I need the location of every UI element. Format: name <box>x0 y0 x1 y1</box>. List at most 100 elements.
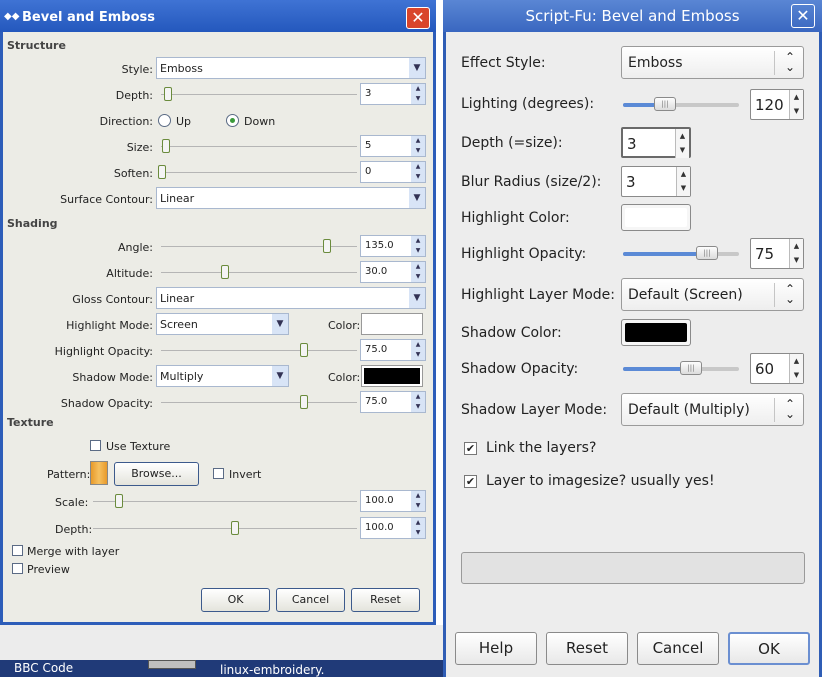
depth-value: 3 <box>365 88 372 99</box>
texture-depth-slider-handle[interactable] <box>231 521 239 535</box>
lighting-slider[interactable]: ||| <box>623 97 739 111</box>
taskbar-item-bbc-code[interactable]: BBC Code <box>14 661 73 675</box>
pattern-label: Pattern: <box>47 468 91 481</box>
window-menu-icon[interactable]: ◆◆ <box>4 11 19 22</box>
highlight-color-button[interactable] <box>621 204 691 231</box>
highlight-opacity-spin[interactable]: 75 ▲ ▼ <box>750 238 804 269</box>
direction-up-radio[interactable] <box>158 114 171 127</box>
highlight-opacity-slider-handle[interactable]: ||| <box>696 246 718 260</box>
spin-arrows-icon[interactable]: ▲ ▼ <box>676 167 690 196</box>
title-bar[interactable]: ◆◆ Bevel and Emboss ✕ <box>0 0 436 32</box>
texture-depth-slider[interactable] <box>93 528 357 529</box>
altitude-spin[interactable]: 30.0 ▲ ▼ <box>360 261 426 283</box>
use-texture-checkbox[interactable] <box>90 440 101 451</box>
link-layers-checkbox[interactable]: ✔ <box>464 442 477 455</box>
shadow-opacity-slider[interactable] <box>161 402 357 403</box>
effect-style-combo[interactable]: Emboss ⌃ ⌄ <box>621 46 804 79</box>
spin-arrows-icon[interactable]: ▲ ▼ <box>411 162 425 182</box>
shadow-opacity-slider-handle[interactable]: ||| <box>680 361 702 375</box>
spin-arrows-icon[interactable]: ▲ ▼ <box>789 239 803 268</box>
close-button[interactable]: ✕ <box>406 7 430 29</box>
altitude-slider-handle[interactable] <box>221 265 229 279</box>
highlight-mode-label: Highlight Mode: <box>66 319 153 332</box>
depth-spin[interactable]: 3 ▲ ▼ <box>621 127 691 158</box>
depth-spin[interactable]: 3 ▲ ▼ <box>360 83 426 105</box>
spin-arrows-icon[interactable]: ▲ ▼ <box>789 90 803 119</box>
taskbar-item-thumbnail[interactable] <box>148 660 196 669</box>
highlight-opacity-slider-handle[interactable] <box>300 343 308 357</box>
highlight-mode-combo[interactable]: Screen ▼ <box>156 313 289 335</box>
invert-checkbox[interactable] <box>213 468 224 479</box>
shadow-color-button[interactable] <box>621 319 691 346</box>
ok-button[interactable]: OK <box>728 632 810 665</box>
shadow-opacity-spin[interactable]: 75.0 ▲ ▼ <box>360 391 426 413</box>
depth-slider[interactable] <box>161 94 357 95</box>
size-spin[interactable]: 5 ▲ ▼ <box>360 135 426 157</box>
angle-spin[interactable]: 135.0 ▲ ▼ <box>360 235 426 257</box>
spin-arrows-icon[interactable]: ▲ ▼ <box>411 136 425 156</box>
merge-with-layer-checkbox[interactable] <box>12 545 23 556</box>
reset-button[interactable]: Reset <box>351 588 420 612</box>
shadow-opacity-slider[interactable]: ||| <box>623 361 739 375</box>
soften-slider-handle[interactable] <box>158 165 166 179</box>
scale-slider-handle[interactable] <box>115 494 123 508</box>
layer-to-imagesize-checkbox[interactable]: ✔ <box>464 475 477 488</box>
shadow-mode-combo[interactable]: Multiply ▼ <box>156 365 289 387</box>
spin-arrows-icon[interactable]: ▲ ▼ <box>789 354 803 383</box>
scale-spin[interactable]: 100.0 ▲ ▼ <box>360 490 426 512</box>
dialog-body: Effect Style: Emboss ⌃ ⌄ Lighting (degree… <box>446 32 819 677</box>
pattern-preview[interactable] <box>90 461 108 485</box>
blur-radius-spin[interactable]: 3 ▲ ▼ <box>621 166 691 197</box>
spin-arrows-icon[interactable]: ▲ ▼ <box>411 491 425 511</box>
soften-value: 0 <box>365 166 372 177</box>
highlight-color-button[interactable] <box>361 313 423 335</box>
taskbar-item-linux-embroidery[interactable]: linux-embroidery. <box>220 663 324 677</box>
highlight-opacity-slider[interactable] <box>161 350 357 351</box>
cancel-button[interactable]: Cancel <box>637 632 719 665</box>
angle-slider-handle[interactable] <box>323 239 331 253</box>
spin-arrows-icon[interactable]: ▲ ▼ <box>411 392 425 412</box>
surface-contour-combo[interactable]: Linear ▼ <box>156 187 426 209</box>
combo-separator <box>774 283 775 307</box>
effect-style-label: Effect Style: <box>461 55 546 71</box>
altitude-slider[interactable] <box>161 272 357 273</box>
size-slider[interactable] <box>161 146 357 147</box>
highlight-layer-mode-combo[interactable]: Default (Screen) ⌃ ⌄ <box>621 278 804 311</box>
depth-slider-handle[interactable] <box>164 87 172 101</box>
cancel-button[interactable]: Cancel <box>276 588 345 612</box>
highlight-opacity-slider[interactable]: ||| <box>623 246 739 260</box>
gloss-contour-combo[interactable]: Linear ▼ <box>156 287 426 309</box>
direction-down-radio[interactable] <box>226 114 239 127</box>
ok-button[interactable]: OK <box>201 588 270 612</box>
spin-arrows-icon[interactable]: ▲ ▼ <box>411 84 425 104</box>
spin-arrows-icon[interactable]: ▲ ▼ <box>411 518 425 538</box>
texture-depth-spin[interactable]: 100.0 ▲ ▼ <box>360 517 426 539</box>
shadow-color-button[interactable] <box>361 365 423 387</box>
shadow-layer-mode-combo[interactable]: Default (Multiply) ⌃ ⌄ <box>621 393 804 426</box>
style-combo[interactable]: Emboss ▼ <box>156 57 426 79</box>
chevron-down-icon: ▼ <box>409 288 425 308</box>
size-slider-handle[interactable] <box>162 139 170 153</box>
reset-button[interactable]: Reset <box>546 632 628 665</box>
spin-arrows-icon[interactable]: ▲ ▼ <box>675 129 689 158</box>
spin-arrows-icon[interactable]: ▲ ▼ <box>411 262 425 282</box>
title-bar[interactable]: Script-Fu: Bevel and Emboss ✕ <box>443 0 822 32</box>
spin-arrows-icon[interactable]: ▲ ▼ <box>411 236 425 256</box>
preview-checkbox[interactable] <box>12 563 23 574</box>
lighting-slider-handle[interactable]: ||| <box>654 97 676 111</box>
spin-arrows-icon[interactable]: ▲ ▼ <box>411 340 425 360</box>
soften-spin[interactable]: 0 ▲ ▼ <box>360 161 426 183</box>
browse-button[interactable]: Browse... <box>114 462 199 486</box>
shadow-opacity-slider-handle[interactable] <box>300 395 308 409</box>
scale-slider[interactable] <box>93 501 357 502</box>
style-label: Style: <box>121 63 153 76</box>
close-button[interactable]: ✕ <box>791 4 815 28</box>
texture-depth-value: 100.0 <box>365 522 394 533</box>
shadow-opacity-spin[interactable]: 60 ▲ ▼ <box>750 353 804 384</box>
highlight-opacity-spin[interactable]: 75.0 ▲ ▼ <box>360 339 426 361</box>
highlight-layer-mode-value: Default (Screen) <box>628 287 743 303</box>
soften-slider[interactable] <box>161 172 357 173</box>
help-button[interactable]: Help <box>455 632 537 665</box>
lighting-spin[interactable]: 120 ▲ ▼ <box>750 89 804 120</box>
altitude-label: Altitude: <box>106 267 153 280</box>
